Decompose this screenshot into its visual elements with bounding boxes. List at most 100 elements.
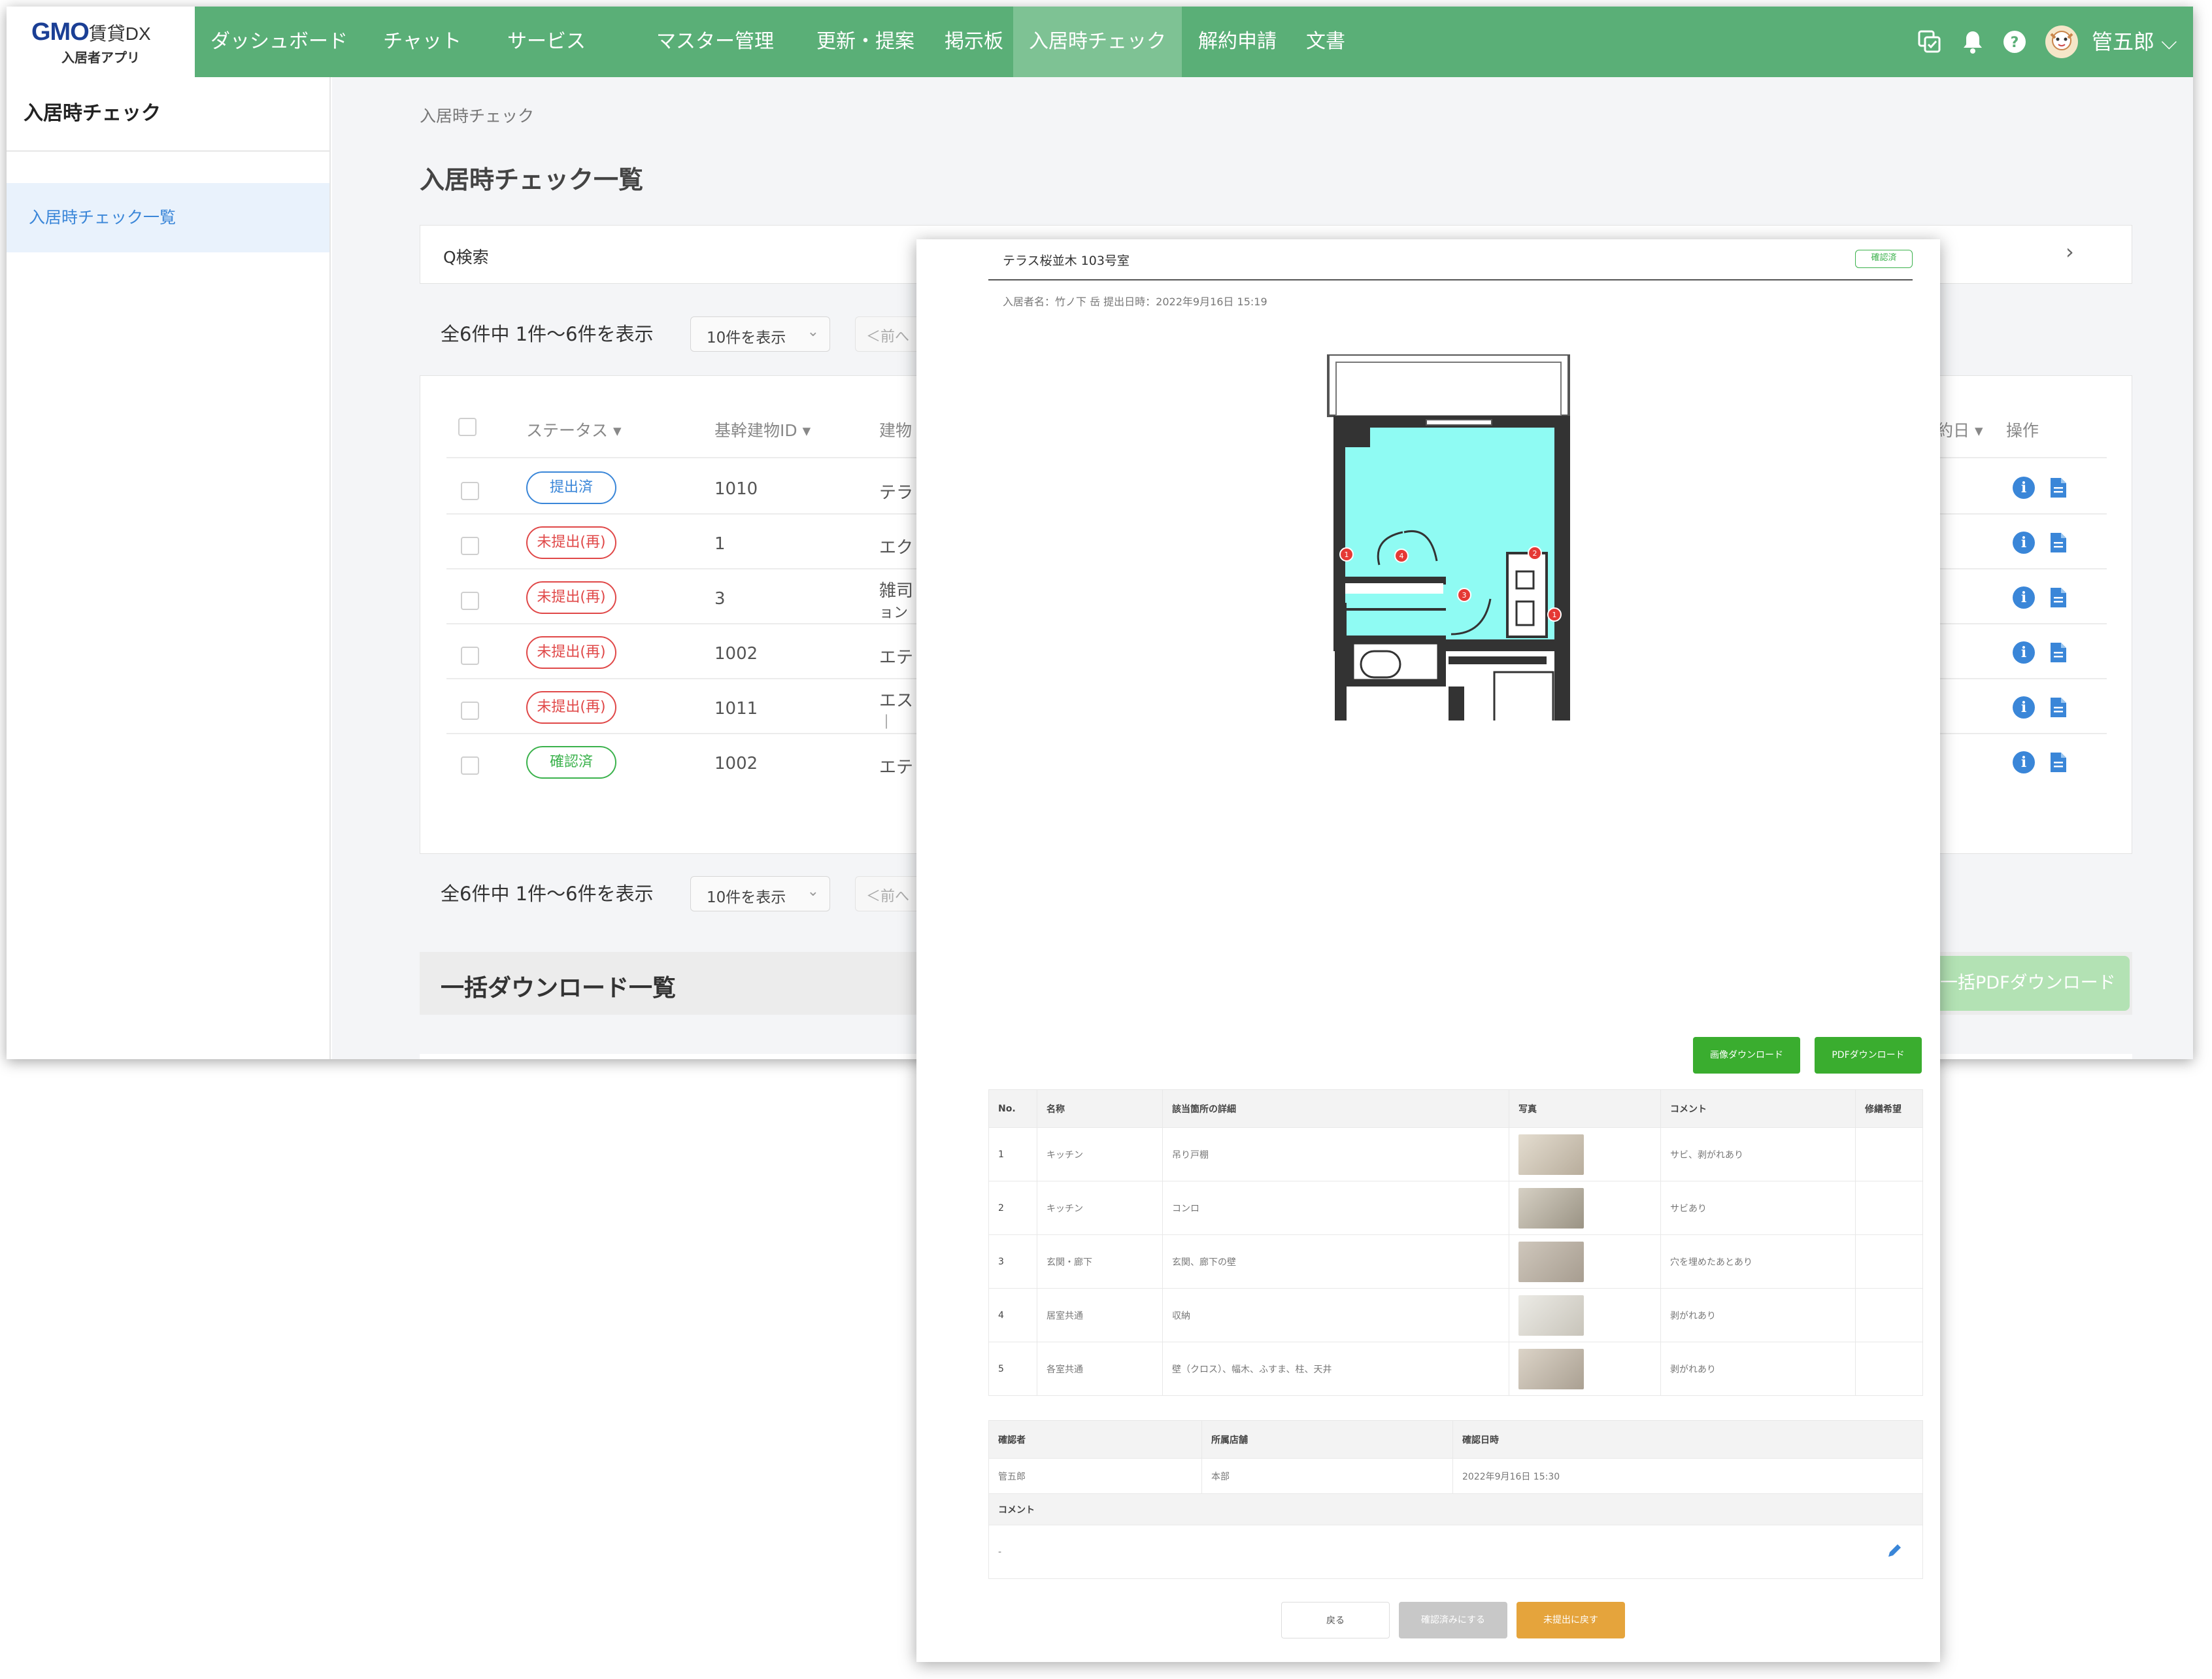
logo-subtitle: 入居者アプリ bbox=[61, 50, 140, 65]
status-badge: 未提出(再) bbox=[526, 691, 616, 724]
nav-documents[interactable]: 文書 bbox=[1293, 7, 1358, 77]
store-header: 所属店舗 bbox=[1201, 1420, 1453, 1459]
item-name: 居室共通 bbox=[1037, 1288, 1163, 1342]
confirmation-table: 確認者 所属店舗 確認日時 管五郎 本部 2022年9月16日 15:30 コメ… bbox=[988, 1420, 1923, 1579]
building-name: テラ bbox=[879, 483, 914, 503]
copy-check-icon[interactable] bbox=[1917, 29, 1943, 55]
info-icon[interactable]: i bbox=[2013, 696, 2035, 719]
per-page-select-bottom[interactable]: 10件を表示 ⌄ bbox=[690, 876, 830, 911]
row-checkbox[interactable] bbox=[461, 482, 479, 500]
row-checkbox[interactable] bbox=[461, 592, 479, 610]
logo-brand: 賃貸DX bbox=[88, 24, 151, 44]
search-toggle[interactable]: Q検索 bbox=[443, 245, 489, 268]
chevron-down-icon: ⌵ bbox=[2161, 29, 2177, 54]
row-checkbox[interactable] bbox=[461, 647, 479, 665]
nav-move-in-check[interactable]: 入居時チェック bbox=[1013, 7, 1182, 77]
table-row: 5 各室共通 壁（クロス）、幅木、ふすま、柱、天井 剥がれあり bbox=[988, 1342, 1923, 1396]
item-photo-cell bbox=[1509, 1234, 1661, 1289]
chevron-right-icon[interactable]: › bbox=[2066, 239, 2074, 264]
item-no: 2 bbox=[988, 1181, 1037, 1235]
document-icon[interactable] bbox=[2049, 477, 2068, 499]
item-photo[interactable] bbox=[1518, 1241, 1584, 1282]
info-icon[interactable]: i bbox=[2013, 477, 2035, 499]
pdf-download-button[interactable]: PDFダウンロード bbox=[1815, 1037, 1922, 1074]
item-detail: コンロ bbox=[1162, 1181, 1509, 1235]
status-badge: 未提出(再) bbox=[526, 526, 616, 559]
avatar[interactable] bbox=[2045, 25, 2079, 59]
item-photo-cell bbox=[1509, 1342, 1661, 1396]
document-icon[interactable] bbox=[2049, 696, 2068, 719]
svg-text:2: 2 bbox=[1533, 549, 1537, 558]
revert-to-unsubmitted-button[interactable]: 未提出に戻す bbox=[1517, 1602, 1625, 1638]
sidebar-item-move-in-check-list[interactable]: 入居時チェック一覧 bbox=[7, 183, 329, 252]
bell-icon[interactable] bbox=[1960, 29, 1986, 55]
document-icon[interactable] bbox=[2049, 586, 2068, 609]
svg-text:4: 4 bbox=[1399, 552, 1404, 560]
logo[interactable]: GMO賃貸DX 入居者アプリ bbox=[7, 7, 195, 77]
status-badge: 提出済 bbox=[526, 471, 616, 504]
mark-confirmed-button[interactable]: 確認済みにする bbox=[1399, 1602, 1507, 1638]
document-icon[interactable] bbox=[2049, 751, 2068, 773]
table-row: 1 キッチン 吊り戸棚 サビ、剥がれあり bbox=[988, 1127, 1923, 1181]
confirm-date-value: 2022年9月16日 15:30 bbox=[1452, 1458, 1923, 1494]
nav-dashboard[interactable]: ダッシュボード bbox=[195, 7, 363, 77]
column-header-actions: 操作 bbox=[2006, 421, 2039, 440]
row-checkbox[interactable] bbox=[461, 702, 479, 720]
item-photo[interactable] bbox=[1518, 1348, 1584, 1389]
item-photo[interactable] bbox=[1518, 1134, 1584, 1175]
item-repair bbox=[1855, 1181, 1923, 1235]
comment-value: - bbox=[998, 1546, 1002, 1557]
nav-chat[interactable]: チャット bbox=[363, 7, 481, 77]
document-icon[interactable] bbox=[2049, 532, 2068, 554]
info-icon[interactable]: i bbox=[2013, 532, 2035, 554]
status-badge: 未提出(再) bbox=[526, 636, 616, 669]
building-id: 1002 bbox=[714, 644, 758, 664]
page-title: 入居時チェック一覧 bbox=[420, 165, 644, 194]
pagination-summary-bottom: 全6件中 1件〜6件を表示 bbox=[441, 883, 654, 905]
status-badge: 確認済 bbox=[1855, 250, 1913, 268]
room-title: テラス桜並木 103号室 bbox=[1003, 254, 1130, 268]
item-photo[interactable] bbox=[1518, 1187, 1584, 1229]
item-no: 3 bbox=[988, 1234, 1037, 1289]
image-download-button[interactable]: 画像ダウンロード bbox=[1693, 1037, 1800, 1074]
check-detail-panel: テラス桜並木 103号室 確認済 入居者名：竹ノ下 岳 提出日時：2022年9月… bbox=[916, 239, 1940, 1662]
building-id: 1002 bbox=[714, 754, 758, 773]
column-header-status[interactable]: ステータス ▾ bbox=[526, 418, 622, 441]
row-checkbox[interactable] bbox=[461, 756, 479, 775]
chevron-down-icon: ⌄ bbox=[807, 324, 819, 340]
item-photo[interactable] bbox=[1518, 1295, 1584, 1336]
row-checkbox[interactable] bbox=[461, 537, 479, 555]
submission-meta: 入居者名：竹ノ下 岳 提出日時：2022年9月16日 15:19 bbox=[1003, 296, 1267, 308]
nav-renewal[interactable]: 更新・提案 bbox=[796, 7, 935, 77]
info-icon[interactable]: i bbox=[2013, 586, 2035, 609]
pencil-icon[interactable] bbox=[1886, 1542, 1903, 1559]
bulk-pdf-download-button[interactable]: 一括PDFダウンロード bbox=[1914, 956, 2130, 1011]
column-header-building-id[interactable]: 基幹建物ID ▾ bbox=[714, 418, 811, 441]
item-comment: サビあり bbox=[1660, 1181, 1856, 1235]
column-header-comment: コメント bbox=[1660, 1089, 1856, 1128]
item-detail: 壁（クロス）、幅木、ふすま、柱、天井 bbox=[1162, 1342, 1509, 1396]
per-page-select[interactable]: 10件を表示 ⌄ bbox=[690, 316, 830, 352]
column-header-date[interactable]: 約日 ▾ bbox=[1937, 418, 1983, 441]
item-photo-cell bbox=[1509, 1288, 1661, 1342]
item-photo-cell bbox=[1509, 1127, 1661, 1181]
item-repair bbox=[1855, 1288, 1923, 1342]
nav-board[interactable]: 掲示板 bbox=[935, 7, 1013, 77]
nav-cancel[interactable]: 解約申請 bbox=[1182, 7, 1293, 77]
info-icon[interactable]: i bbox=[2013, 751, 2035, 773]
select-all-checkbox[interactable] bbox=[458, 418, 477, 436]
svg-text:1: 1 bbox=[1552, 611, 1557, 619]
nav-master[interactable]: マスター管理 bbox=[634, 7, 796, 77]
back-button[interactable]: 戻る bbox=[1281, 1602, 1390, 1638]
item-no: 1 bbox=[988, 1127, 1037, 1181]
column-header-name: 名称 bbox=[1037, 1089, 1163, 1128]
breadcrumb[interactable]: 入居時チェック bbox=[420, 103, 534, 127]
help-icon[interactable]: ? bbox=[2002, 29, 2028, 55]
nav-service[interactable]: サービス bbox=[481, 7, 612, 77]
info-icon[interactable]: i bbox=[2013, 641, 2035, 664]
column-header-building[interactable]: 建物 bbox=[879, 418, 912, 441]
building-name-cont: ョン bbox=[879, 605, 909, 621]
item-repair bbox=[1855, 1342, 1923, 1396]
document-icon[interactable] bbox=[2049, 641, 2068, 664]
user-menu[interactable]: 管五郎 ⌵ bbox=[2092, 7, 2177, 77]
